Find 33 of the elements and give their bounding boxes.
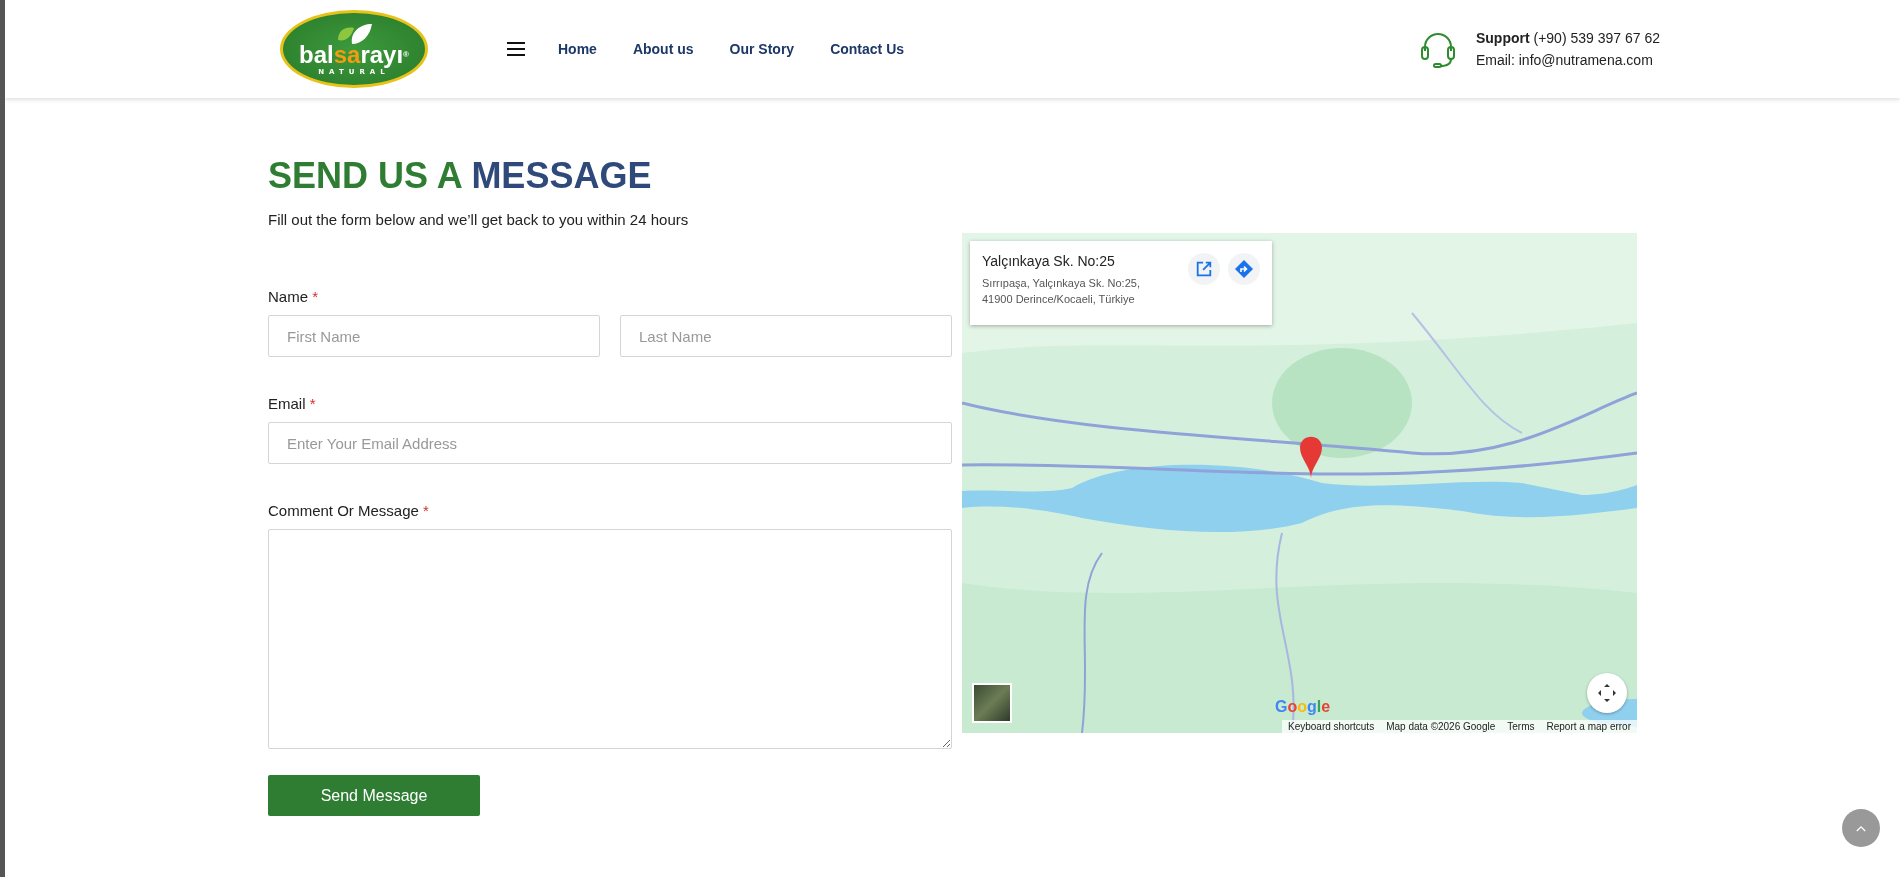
support-email: Email: info@nutramena.com <box>1475 52 1654 68</box>
map-footer-link[interactable]: Map data ©2026 Google <box>1386 721 1496 732</box>
nav-link[interactable]: Home <box>558 41 597 57</box>
email-field[interactable]: Enter Your Email Address <box>268 422 952 464</box>
first-name-field[interactable]: First Name <box>268 315 600 357</box>
field-label: Name * <box>268 288 320 305</box>
field-label: Comment Or Message * <box>268 502 430 519</box>
nav-link[interactable]: Contact Us <box>830 41 905 57</box>
external-link-icon <box>1195 260 1213 278</box>
nav-link[interactable]: About us <box>632 41 694 57</box>
logo-wordmark: balsarayı$^{®}$ <box>299 42 409 68</box>
directions-button[interactable] <box>1228 253 1260 285</box>
caret-up-icon <box>1856 824 1866 832</box>
map-logo: Google <box>1275 698 1331 716</box>
map-footer-link[interactable]: Terms <box>1507 721 1535 732</box>
directions-icon <box>1234 259 1254 279</box>
nav-link[interactable]: Our Story <box>729 41 795 57</box>
field-label: Email * <box>268 395 317 412</box>
menu-icon[interactable] <box>506 41 526 57</box>
section-subtitle: Fill out the form below and we’ll get back to you within 24 hours <box>268 211 690 228</box>
place-title: Yalçınkaya Sk. No:25 <box>982 253 1116 269</box>
scroll-to-top-button[interactable] <box>1842 809 1880 847</box>
section-title: SEND US A MESSAGE <box>268 154 653 198</box>
open-in-maps-button[interactable] <box>1188 253 1220 285</box>
send-message-button[interactable]: Send Message <box>268 775 480 816</box>
satellite-layer-button[interactable] <box>972 683 1012 723</box>
support-phone: Support (+90) 539 397 67 62 <box>1475 30 1660 46</box>
place-address: Sırrıpaşa, Yalçınkaya Sk. No:25, <box>982 276 1141 291</box>
place-address: 41900 Derince/Kocaeli, Türkiye <box>982 292 1136 307</box>
last-name-field[interactable]: Last Name <box>620 315 952 357</box>
map-footer-link[interactable]: Report a map error <box>1546 721 1631 732</box>
message-field[interactable] <box>268 529 952 749</box>
map-footer-link[interactable]: Keyboard shortcuts <box>1288 721 1375 732</box>
